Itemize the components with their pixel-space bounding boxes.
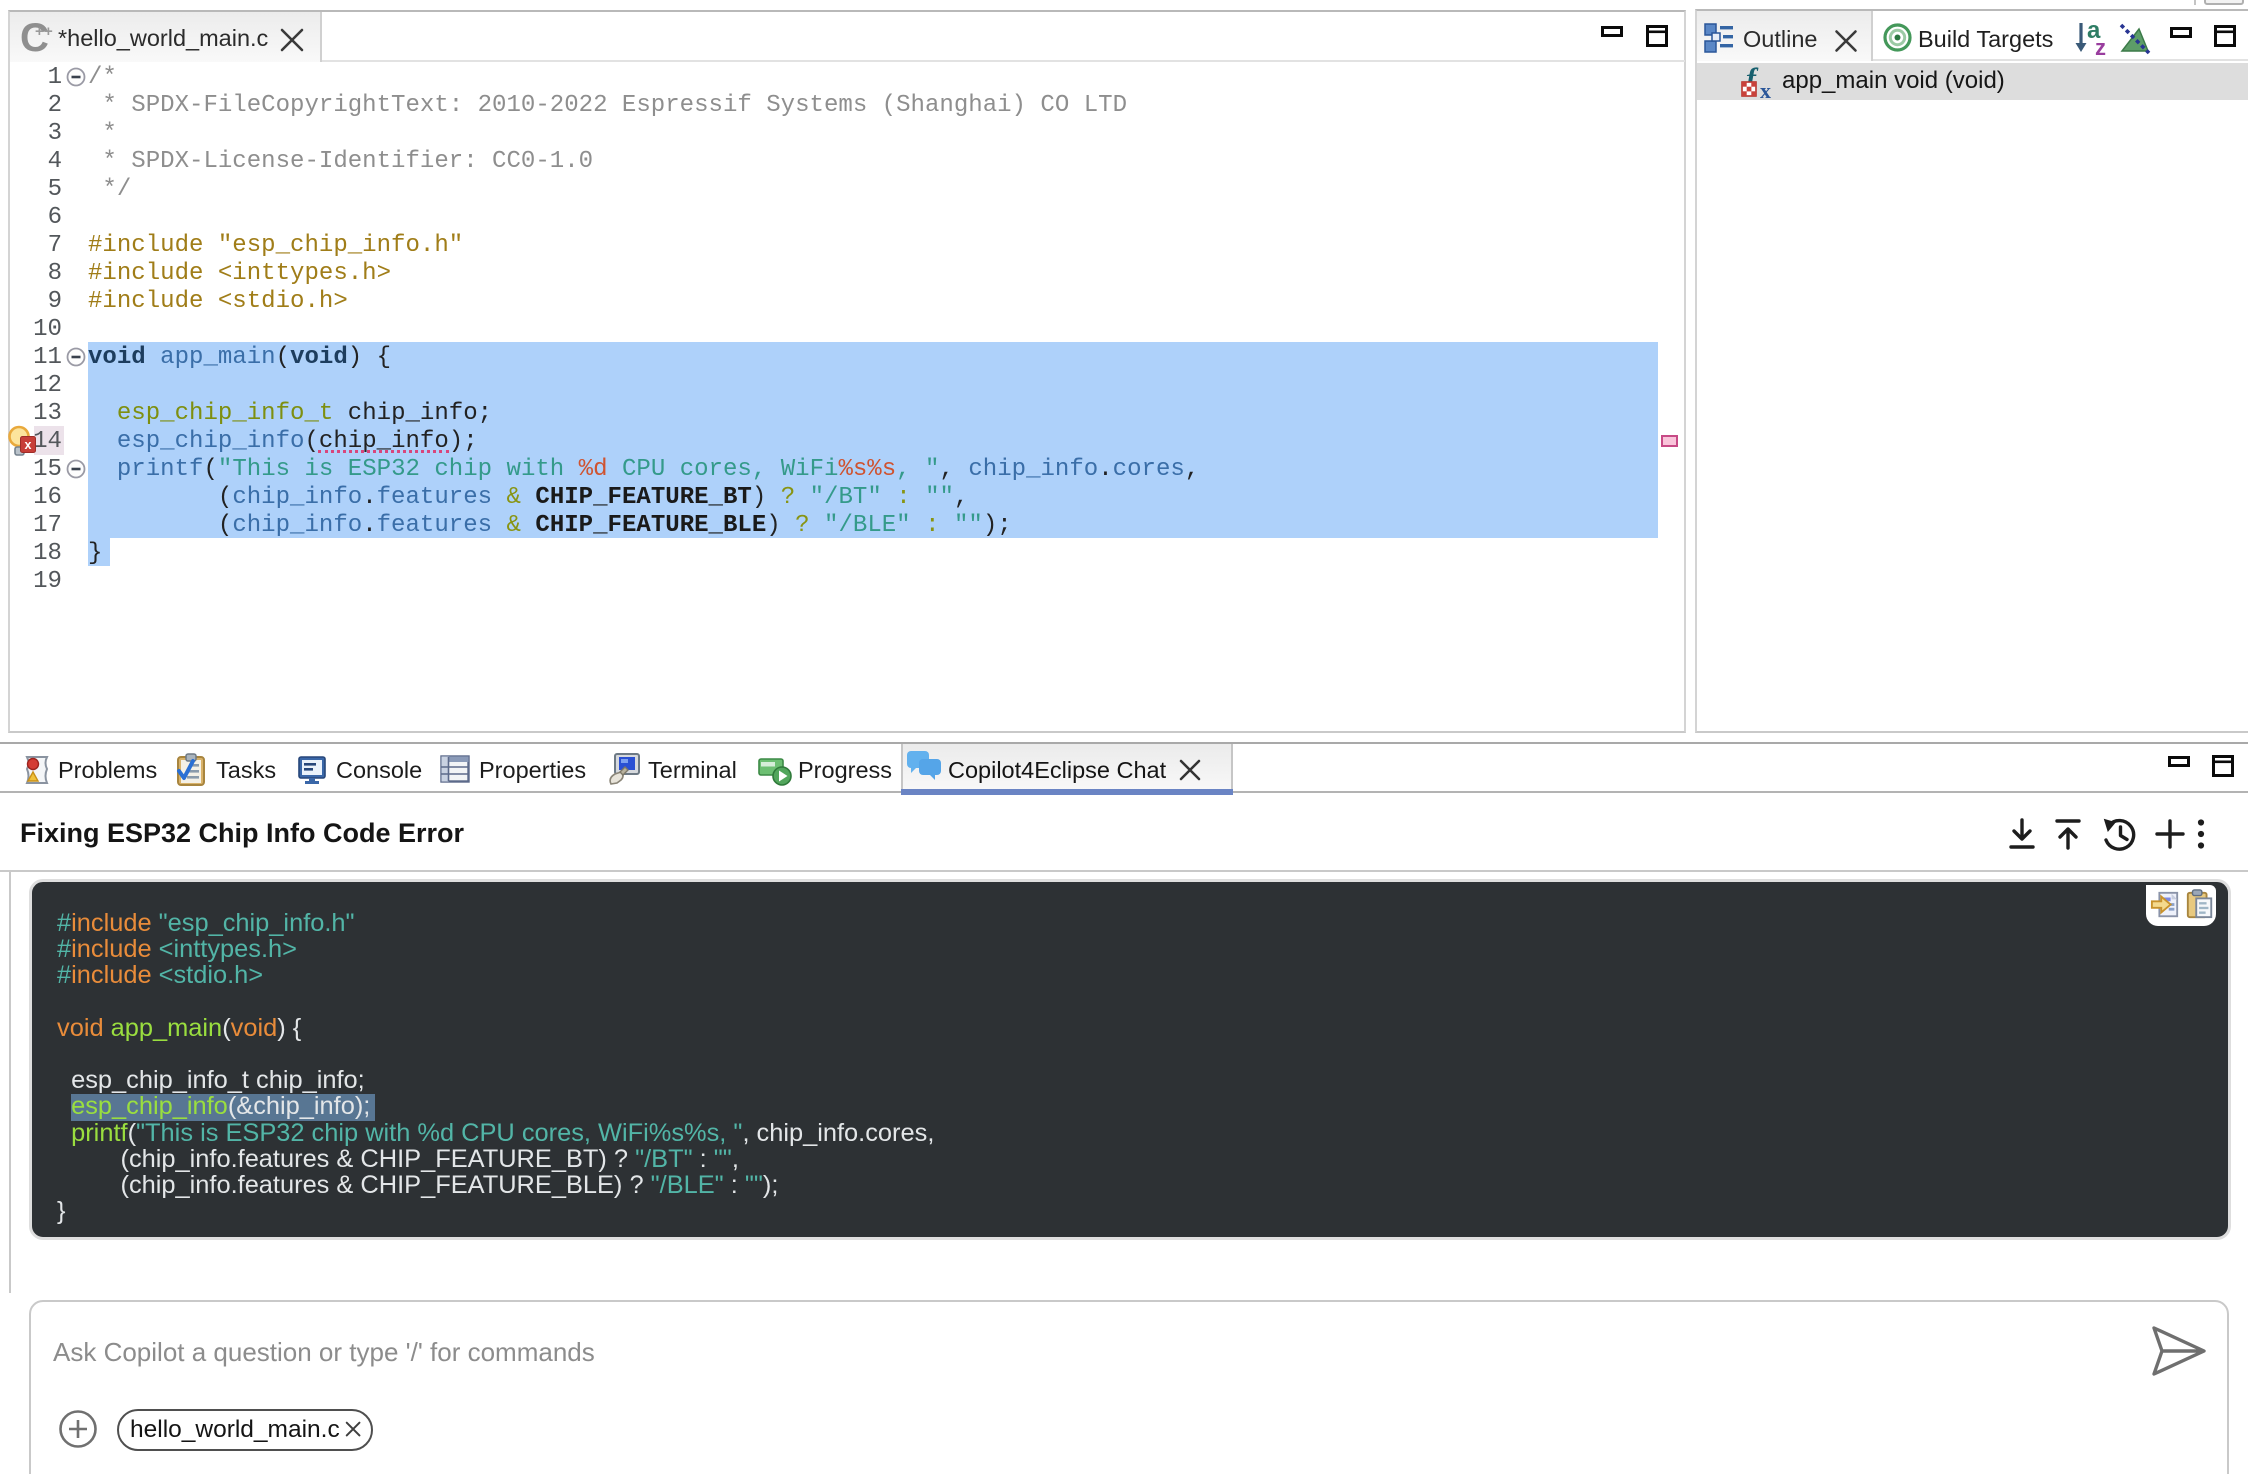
svg-text:x: x <box>25 438 32 452</box>
svg-text:z: z <box>2095 35 2106 57</box>
svg-text:x: x <box>1760 78 1771 100</box>
